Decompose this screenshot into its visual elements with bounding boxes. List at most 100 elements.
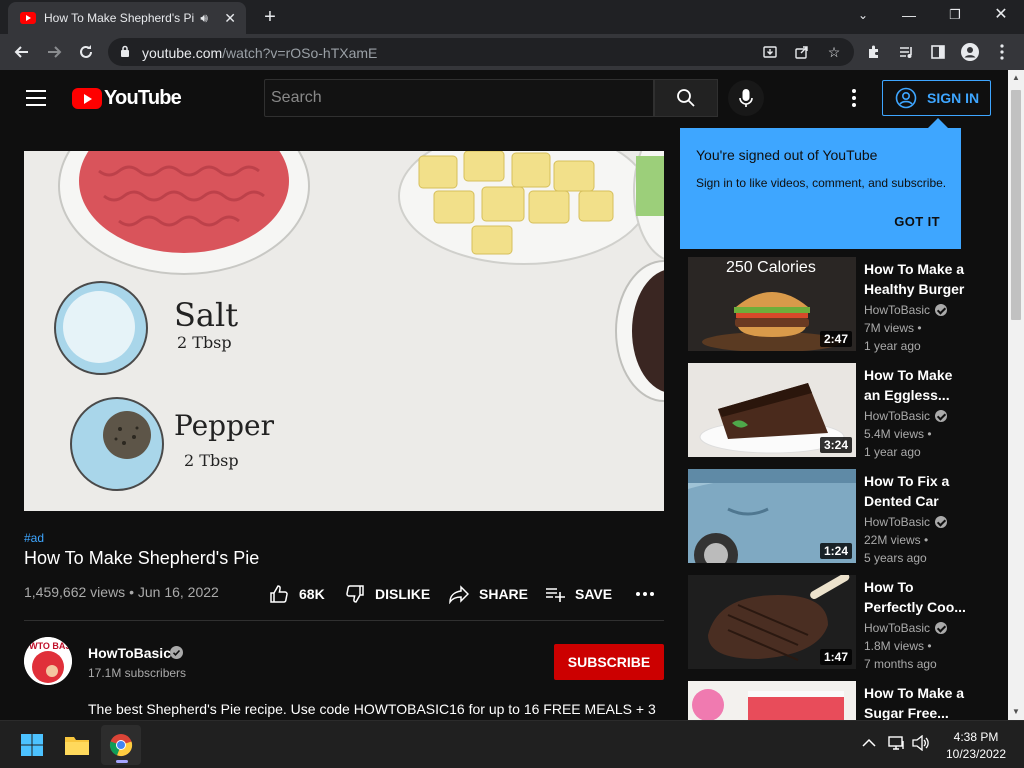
sign-in-button[interactable]: SIGN IN [882, 80, 991, 116]
recommendation-channel[interactable]: HowToBasic [864, 515, 948, 529]
speaker-icon[interactable]: 🔊︎ [200, 11, 214, 26]
menu-icon[interactable] [26, 90, 46, 106]
hashtag-link[interactable]: #ad [24, 531, 44, 545]
got-it-button[interactable]: GOT IT [894, 214, 940, 229]
share-page-icon[interactable] [792, 42, 812, 62]
profile-icon[interactable] [956, 38, 984, 66]
lock-icon[interactable] [120, 45, 130, 57]
volume-icon[interactable] [912, 734, 930, 754]
install-icon[interactable] [760, 42, 780, 62]
browser-toolbar: youtube.com/watch?v=rOSo-hTXamE ☆ [0, 34, 1024, 70]
channel-avatar[interactable]: HOWTO BASIC [24, 637, 72, 685]
recommendation-channel[interactable]: HowToBasic [864, 303, 948, 317]
recommendation-title[interactable]: How To Make a Healthy Burger [864, 259, 968, 299]
recommendation-item[interactable]: 1:24 How To Fix a Dented Car HowToBasic … [688, 469, 978, 565]
recommendation-item[interactable]: 250 Calories 2:47 How To Make a Healthy … [688, 257, 978, 353]
video-meta: 1,459,662 views • Jun 16, 2022 [24, 584, 219, 600]
restore-icon[interactable]: ❐ [932, 0, 978, 30]
thumb-up-icon [269, 584, 289, 604]
side-panel-icon[interactable] [924, 38, 952, 66]
tab-search-icon[interactable]: ⌄ [840, 0, 886, 30]
channel-name[interactable]: HowToBasic [88, 645, 171, 661]
recommendation-title[interactable]: How To Make an Eggless... [864, 365, 968, 405]
scroll-down-icon[interactable]: ▼ [1008, 704, 1024, 720]
clock-date: 10/23/2022 [945, 747, 1007, 761]
video-title: How To Make Shepherd's Pie [24, 548, 260, 568]
more-actions-button[interactable] [636, 584, 654, 604]
settings-more-icon[interactable] [842, 86, 866, 110]
popup-arrow [928, 118, 948, 128]
subscribe-button[interactable]: SUBSCRIBE [554, 644, 664, 680]
search-button[interactable] [654, 79, 718, 117]
recommendation-title[interactable]: How To Perfectly Coo... [864, 577, 968, 617]
bookmark-star-icon[interactable]: ☆ [824, 42, 844, 62]
video-thumbnail[interactable]: 3:24 [688, 363, 856, 457]
video-player[interactable]: Salt 2 Tbsp Pepper 2 Tbsp [24, 151, 664, 511]
recommendation-channel-name: HowToBasic [864, 409, 931, 423]
recommendation-channel[interactable]: HowToBasic [864, 621, 948, 635]
chrome-menu-icon[interactable] [988, 38, 1016, 66]
recommendation-title[interactable]: How To Make a Sugar Free... [864, 683, 968, 720]
verified-icon [935, 304, 948, 316]
save-button[interactable]: SAVE [545, 584, 612, 604]
new-tab-button[interactable]: + [258, 5, 282, 29]
youtube-logo-text: YouTube [104, 87, 182, 109]
overlay-pepper: Pepper [174, 409, 274, 442]
video-thumbnail[interactable]: 1:24 [688, 469, 856, 563]
reload-icon[interactable] [72, 38, 100, 66]
wifi-icon[interactable] [888, 735, 906, 754]
recommendation-channel-name: HowToBasic [864, 303, 931, 317]
video-thumbnail[interactable]: 1:47 [688, 575, 856, 669]
minimize-icon[interactable]: — [886, 0, 932, 30]
active-app-indicator [116, 760, 128, 763]
close-window-icon[interactable]: ✕ [978, 0, 1024, 30]
url-text[interactable]: youtube.com/watch?v=rOSo-hTXamE [142, 45, 377, 61]
chrome-icon[interactable] [101, 725, 141, 765]
address-bar[interactable]: youtube.com/watch?v=rOSo-hTXamE ☆ [108, 38, 854, 66]
like-button[interactable]: 68K [269, 584, 325, 604]
video-duration: 1:47 [819, 649, 852, 665]
windows-taskbar: 4:38 PM 10/23/2022 [0, 720, 1024, 768]
youtube-logo[interactable]: YouTube [72, 87, 182, 110]
video-description: The best Shepherd's Pie recipe. Use code… [88, 701, 656, 717]
windows-start-icon[interactable] [12, 725, 52, 765]
share-button[interactable]: SHARE [449, 584, 528, 604]
back-icon[interactable] [8, 38, 36, 66]
divider [24, 620, 664, 621]
scroll-up-icon[interactable]: ▲ [1008, 70, 1024, 86]
voice-search-button[interactable] [728, 80, 764, 116]
overlay-salt-qty: 2 Tbsp [177, 333, 232, 352]
taskbar-clock[interactable]: 4:38 PM 10/23/2022 [940, 729, 1012, 763]
tab-close-icon[interactable]: ✕ [222, 10, 238, 27]
video-thumbnail[interactable]: 250 Calories 2:47 [688, 257, 856, 351]
scroll-thumb[interactable] [1011, 90, 1021, 320]
mic-icon [739, 89, 753, 107]
browser-tab[interactable]: How To Make Shepherd's Pie 🔊︎ ✕ [8, 2, 246, 34]
search-box [264, 79, 654, 117]
verified-icon [935, 622, 948, 634]
recommendation-item[interactable]: 1:47 How To Perfectly Coo... HowToBasic … [688, 575, 978, 671]
dislike-button[interactable]: DISLIKE [345, 584, 430, 604]
media-control-icon[interactable] [892, 38, 920, 66]
clock-time: 4:38 PM [953, 730, 999, 744]
recommendation-age: 1 year ago [864, 445, 921, 459]
page-scrollbar[interactable]: ▲ ▼ [1008, 70, 1024, 720]
save-label: SAVE [575, 586, 613, 602]
video-thumbnail[interactable] [688, 681, 856, 720]
recommendation-channel[interactable]: HowToBasic [864, 409, 948, 423]
forward-icon[interactable] [40, 38, 68, 66]
recommendation-item[interactable]: How To Make a Sugar Free... [688, 681, 978, 720]
video-frame [24, 151, 664, 511]
recommendation-item[interactable]: 3:24 How To Make an Eggless... HowToBasi… [688, 363, 978, 459]
extensions-icon[interactable] [860, 38, 888, 66]
recommendation-title[interactable]: How To Fix a Dented Car [864, 471, 968, 511]
chevron-up-icon[interactable] [862, 735, 876, 751]
dislike-label: DISLIKE [375, 586, 431, 602]
browser-tab-strip: How To Make Shepherd's Pie 🔊︎ ✕ + ⌄ — ❐ … [0, 0, 1024, 34]
search-input[interactable] [265, 80, 653, 116]
verified-icon [935, 516, 948, 528]
file-explorer-icon[interactable] [57, 725, 97, 765]
like-count: 68K [299, 586, 325, 602]
thumb-caption: 250 Calories [726, 259, 816, 276]
recommendation-channel-name: HowToBasic [864, 515, 931, 529]
